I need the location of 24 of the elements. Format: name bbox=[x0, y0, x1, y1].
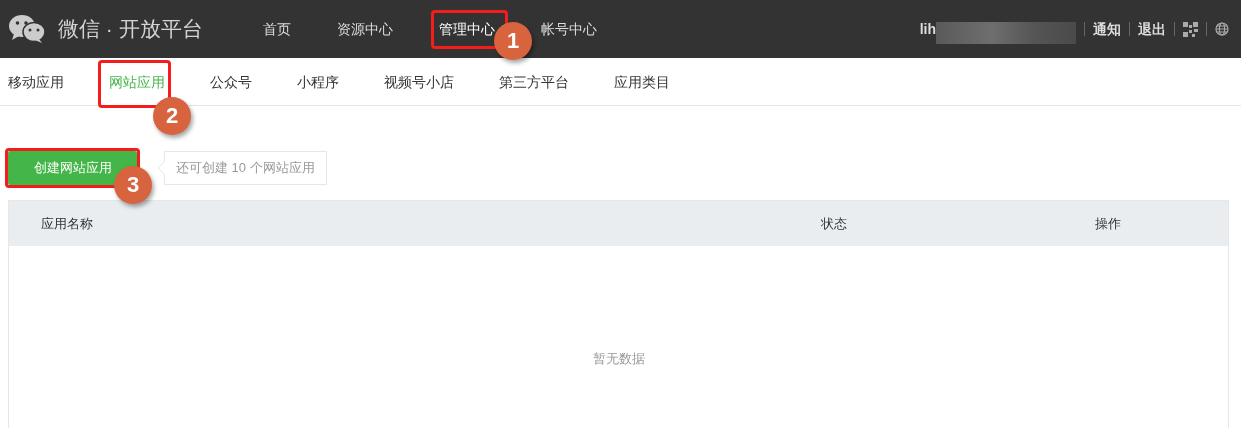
nav-tab[interactable]: 帐号中心 bbox=[541, 20, 597, 38]
subnav-tab[interactable]: 公众号 bbox=[210, 72, 252, 91]
globe-icon[interactable] bbox=[1215, 22, 1229, 36]
subnav-tab[interactable]: 第三方平台 bbox=[499, 72, 569, 91]
column-header: 操作 bbox=[1095, 214, 1122, 233]
empty-message: 暂无数据 bbox=[592, 350, 645, 368]
nav-tab[interactable]: 管理中心 bbox=[439, 20, 495, 38]
subnav-tab[interactable]: 小程序 bbox=[297, 72, 339, 91]
subnav-tab[interactable]: 应用类目 bbox=[614, 72, 670, 91]
subnav-tab[interactable]: 移动应用 bbox=[8, 72, 64, 91]
chat-bubbles-icon bbox=[8, 14, 46, 44]
step-badge: 2 bbox=[153, 96, 191, 135]
column-header: 状态 bbox=[821, 214, 848, 233]
header-link[interactable]: 退出 bbox=[1138, 20, 1166, 38]
header-link[interactable]: 通知 bbox=[1093, 20, 1121, 38]
subnav-tab[interactable]: 视频号小店 bbox=[384, 72, 454, 91]
nav-tab[interactable]: 资源中心 bbox=[337, 20, 393, 38]
step-badge: 1 bbox=[494, 22, 532, 60]
column-header: 应用名称 bbox=[41, 214, 94, 233]
qr-code-icon[interactable] bbox=[1183, 21, 1198, 37]
quota-hint: 还可创建 10 个网站应用 bbox=[164, 151, 327, 185]
platform-title: 微信 · 开放平台 bbox=[58, 16, 203, 42]
user-name[interactable]: lih bbox=[919, 21, 936, 37]
nav-tab[interactable]: 首页 bbox=[263, 20, 291, 38]
